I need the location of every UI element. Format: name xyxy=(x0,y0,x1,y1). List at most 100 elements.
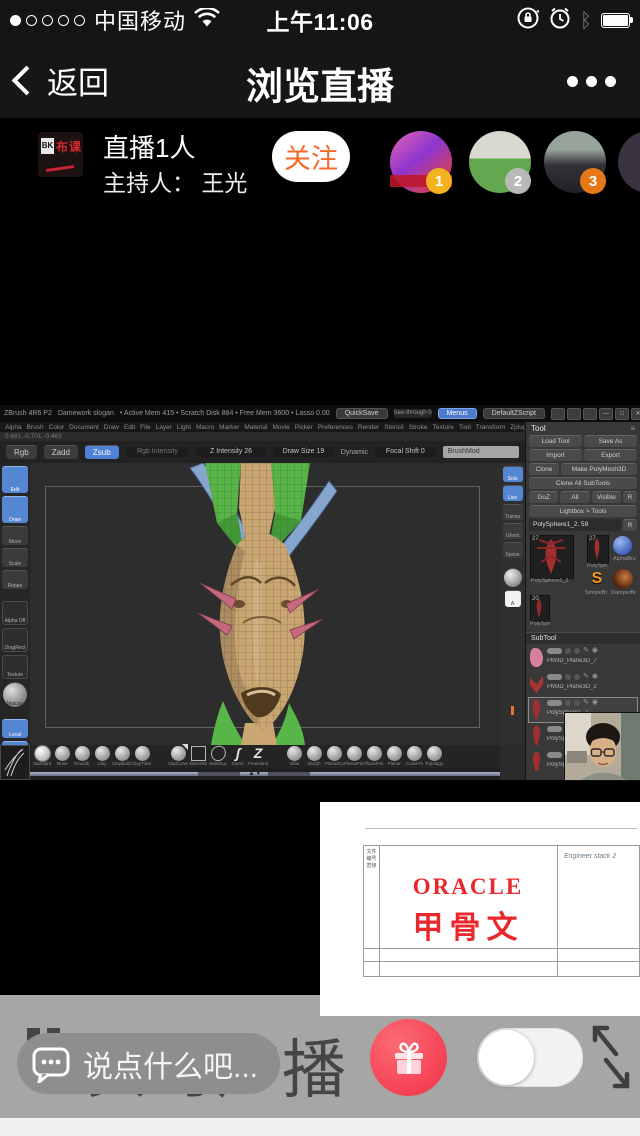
brush-thumbnail[interactable]: ClayBuild xyxy=(112,746,132,767)
mini-toolbar-button[interactable]: Ghost xyxy=(503,523,523,539)
menu-item[interactable]: Picker xyxy=(295,424,313,431)
visibility-toggle[interactable] xyxy=(547,752,562,758)
follow-button[interactable]: 关注 xyxy=(272,131,350,182)
pencil-icon[interactable]: ✎ xyxy=(583,648,589,654)
menu-item[interactable]: Stroke xyxy=(409,424,428,431)
brushmod-field[interactable]: BrushMod xyxy=(443,446,519,458)
brush-thumbnail[interactable]: Standard xyxy=(32,746,52,767)
left-toolbar-button[interactable]: Local xyxy=(2,719,28,738)
left-toolbar-button[interactable]: Draw xyxy=(2,496,28,523)
chat-input[interactable]: 说点什么吧... xyxy=(17,1033,280,1094)
brush-thumbnail[interactable]: Morph xyxy=(304,746,324,767)
active-tool-thumbnail[interactable]: 27 xyxy=(530,535,574,579)
left-toolbar-button[interactable]: Edit xyxy=(2,466,28,493)
menu-item[interactable]: File xyxy=(140,424,150,431)
brush-thumbnail[interactable]: PlanarFla xyxy=(344,746,364,767)
menu-item[interactable]: Preferences xyxy=(318,424,353,431)
clone-all-subtools-button[interactable]: Clone All SubTools xyxy=(529,477,637,489)
brush-thumbnail[interactable]: Inflat xyxy=(284,746,304,767)
pencil-icon[interactable]: ✎ xyxy=(583,700,589,706)
visibility-toggle[interactable] xyxy=(547,700,562,706)
visibility-toggle[interactable] xyxy=(547,648,562,654)
subtool-controls[interactable]: ✎ ◉ xyxy=(547,646,637,656)
menu-item[interactable]: Marker xyxy=(219,424,239,431)
z-intensity-slider[interactable]: Z Intensity 26 xyxy=(196,447,266,457)
close-button[interactable]: ✕ xyxy=(631,408,640,420)
menu-item[interactable]: Stencil xyxy=(384,424,404,431)
menu-item[interactable]: Color xyxy=(49,424,65,431)
mini-toolbar-button[interactable]: A xyxy=(505,590,521,607)
layout-button[interactable] xyxy=(551,408,565,420)
viewer-avatar[interactable] xyxy=(618,131,640,193)
eye-icon[interactable]: ◉ xyxy=(592,700,598,706)
toggle-dot[interactable] xyxy=(574,674,580,680)
brush-thumbnail[interactable]: Clay xyxy=(92,746,112,767)
menu-item[interactable]: Layer xyxy=(156,424,172,431)
make-polymesh3d-button[interactable]: Make PolyMesh3D xyxy=(561,463,637,475)
menu-item[interactable]: Document xyxy=(69,424,99,431)
menu-item[interactable]: Movie xyxy=(272,424,289,431)
import-button[interactable]: Import xyxy=(529,449,582,461)
mini-toolbar-button[interactable]: Transp xyxy=(503,504,523,520)
lightbox-tools-button[interactable]: Lightbox > Tools xyxy=(529,505,637,517)
brush-thumbnail[interactable]: Topology xyxy=(424,746,444,767)
subtool-item[interactable]: ✎ ◉ PM3D_Plane3D_2 xyxy=(529,672,637,696)
mini-toolbar-button[interactable]: Solo xyxy=(503,466,523,482)
menu-item[interactable]: Brush xyxy=(27,424,44,431)
rgb-mode-button[interactable]: Rgb xyxy=(6,445,37,459)
viewer-avatar[interactable]: 2 xyxy=(469,131,531,193)
layout2-button[interactable] xyxy=(567,408,581,420)
goz-button[interactable]: GoZ xyxy=(529,491,558,503)
toggle-dot[interactable] xyxy=(565,648,571,654)
focal-shift-slider[interactable]: Focal Shift 0 xyxy=(375,447,436,457)
mini-toolbar-button[interactable] xyxy=(504,568,522,587)
left-toolbar-button[interactable]: Alpha Off xyxy=(2,601,28,625)
mini-toolbar-button[interactable]: Live xyxy=(503,485,523,501)
load-tool-button[interactable]: Load Tool xyxy=(529,435,582,447)
menu-item[interactable]: Macro xyxy=(196,424,214,431)
brush-thumbnail[interactable]: Move xyxy=(52,746,72,767)
visibility-toggle[interactable] xyxy=(547,726,562,732)
subtool-controls[interactable]: ✎ ◉ xyxy=(547,698,637,708)
canvas-scrollbar[interactable]: ▲▼ xyxy=(30,768,500,780)
brush-thumbnail[interactable]: SelectLa xyxy=(208,746,228,767)
mini-toolbar-button[interactable]: Xpose xyxy=(503,542,523,558)
gift-button[interactable] xyxy=(370,1019,447,1096)
presenter-webcam[interactable] xyxy=(565,713,640,780)
defaultzscript-button[interactable]: DefaultZScript xyxy=(483,408,545,419)
tool-panel-header[interactable]: Tool ≡ xyxy=(526,422,640,435)
viewer-avatar[interactable]: 3 xyxy=(544,131,606,193)
stroke-preview-thumbnail[interactable] xyxy=(0,745,30,780)
menu-item[interactable]: Material xyxy=(244,424,267,431)
goz-all-button[interactable]: All xyxy=(560,491,589,503)
brush-thumbnail[interactable]: Z FreeHand xyxy=(248,746,268,767)
menu-item[interactable]: Draw xyxy=(104,424,119,431)
left-toolbar-button[interactable]: Texture xyxy=(2,655,28,679)
zsub-mode-button[interactable]: Zsub xyxy=(85,445,119,459)
subtool-controls[interactable]: ✎ ◉ xyxy=(547,672,637,682)
left-toolbar-button[interactable]: DragRect xyxy=(2,628,28,652)
viewer-avatar[interactable]: 1 xyxy=(390,131,452,193)
toggle-dot[interactable] xyxy=(565,674,571,680)
rgb-intensity-slider[interactable]: Rgb Intensity xyxy=(126,447,189,457)
brush-thumbnail[interactable]: Smooth xyxy=(72,746,92,767)
menu-item[interactable]: Alpha xyxy=(5,424,22,431)
brush-thumbnail[interactable]: Planar xyxy=(384,746,404,767)
r-button[interactable]: R xyxy=(623,491,637,503)
menu-item[interactable]: Tool xyxy=(459,424,471,431)
brush-thumbnail[interactable]: SelectRe xyxy=(188,746,208,767)
menu-item[interactable]: Edit xyxy=(124,424,135,431)
brush-thumbnail[interactable]: PlanarCu xyxy=(324,746,344,767)
goz-visible-button[interactable]: Visible xyxy=(592,491,621,503)
menu-item[interactable]: Transform xyxy=(476,424,505,431)
left-toolbar-button[interactable]: Move xyxy=(2,526,28,545)
tool-r-button[interactable]: R xyxy=(623,519,637,531)
window-controls[interactable]: — □ ✕ xyxy=(551,408,640,420)
more-options-button[interactable] xyxy=(567,76,616,87)
fullscreen-expand-icon[interactable] xyxy=(588,1022,634,1090)
pencil-icon[interactable]: ✎ xyxy=(583,674,589,680)
zadd-mode-button[interactable]: Zadd xyxy=(44,445,78,459)
tool-thumbnail[interactable]: 27 xyxy=(587,535,609,564)
subtool-header[interactable]: SubTool xyxy=(526,632,640,644)
subtool-item[interactable]: ✎ ◉ PM3D_Plane3D_7 xyxy=(529,646,637,670)
